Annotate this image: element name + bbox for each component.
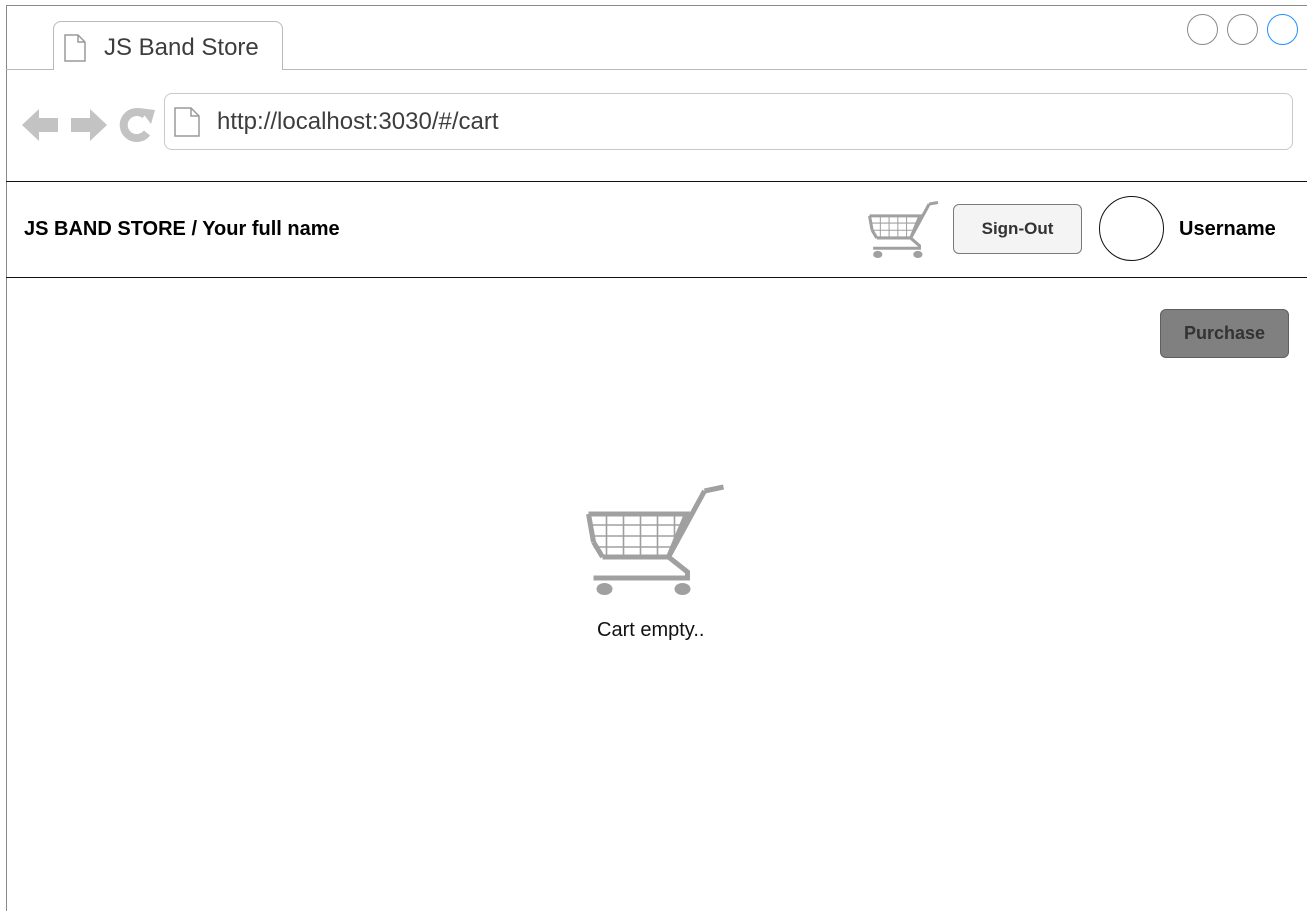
url-text: http://localhost:3030/#/cart [217, 108, 499, 135]
avatar[interactable] [1099, 196, 1164, 261]
window-maximize-button[interactable] [1227, 14, 1258, 45]
empty-cart-message: Cart empty.. [597, 619, 705, 641]
app-header: JS BAND STORE / Your full name Sign-Out … [6, 181, 1307, 278]
arrow-left-icon[interactable] [22, 106, 60, 149]
shopping-cart-icon[interactable] [868, 196, 940, 269]
sign-out-button[interactable]: Sign-Out [953, 204, 1082, 254]
brand-title[interactable]: JS BAND STORE / Your full name [24, 218, 340, 241]
address-bar[interactable]: http://localhost:3030/#/cart [164, 93, 1293, 150]
tab-title: JS Band Store [104, 34, 259, 61]
arrow-right-icon[interactable] [69, 106, 107, 149]
page-icon [64, 34, 86, 67]
shopping-cart-icon [584, 484, 727, 604]
window-minimize-button[interactable] [1187, 14, 1218, 45]
reload-icon[interactable] [117, 106, 157, 149]
page-icon [174, 107, 200, 142]
purchase-button[interactable]: Purchase [1160, 309, 1289, 358]
browser-tab[interactable]: JS Band Store [53, 21, 283, 70]
window-close-button[interactable] [1267, 14, 1298, 45]
username-label: Username [1179, 218, 1276, 240]
